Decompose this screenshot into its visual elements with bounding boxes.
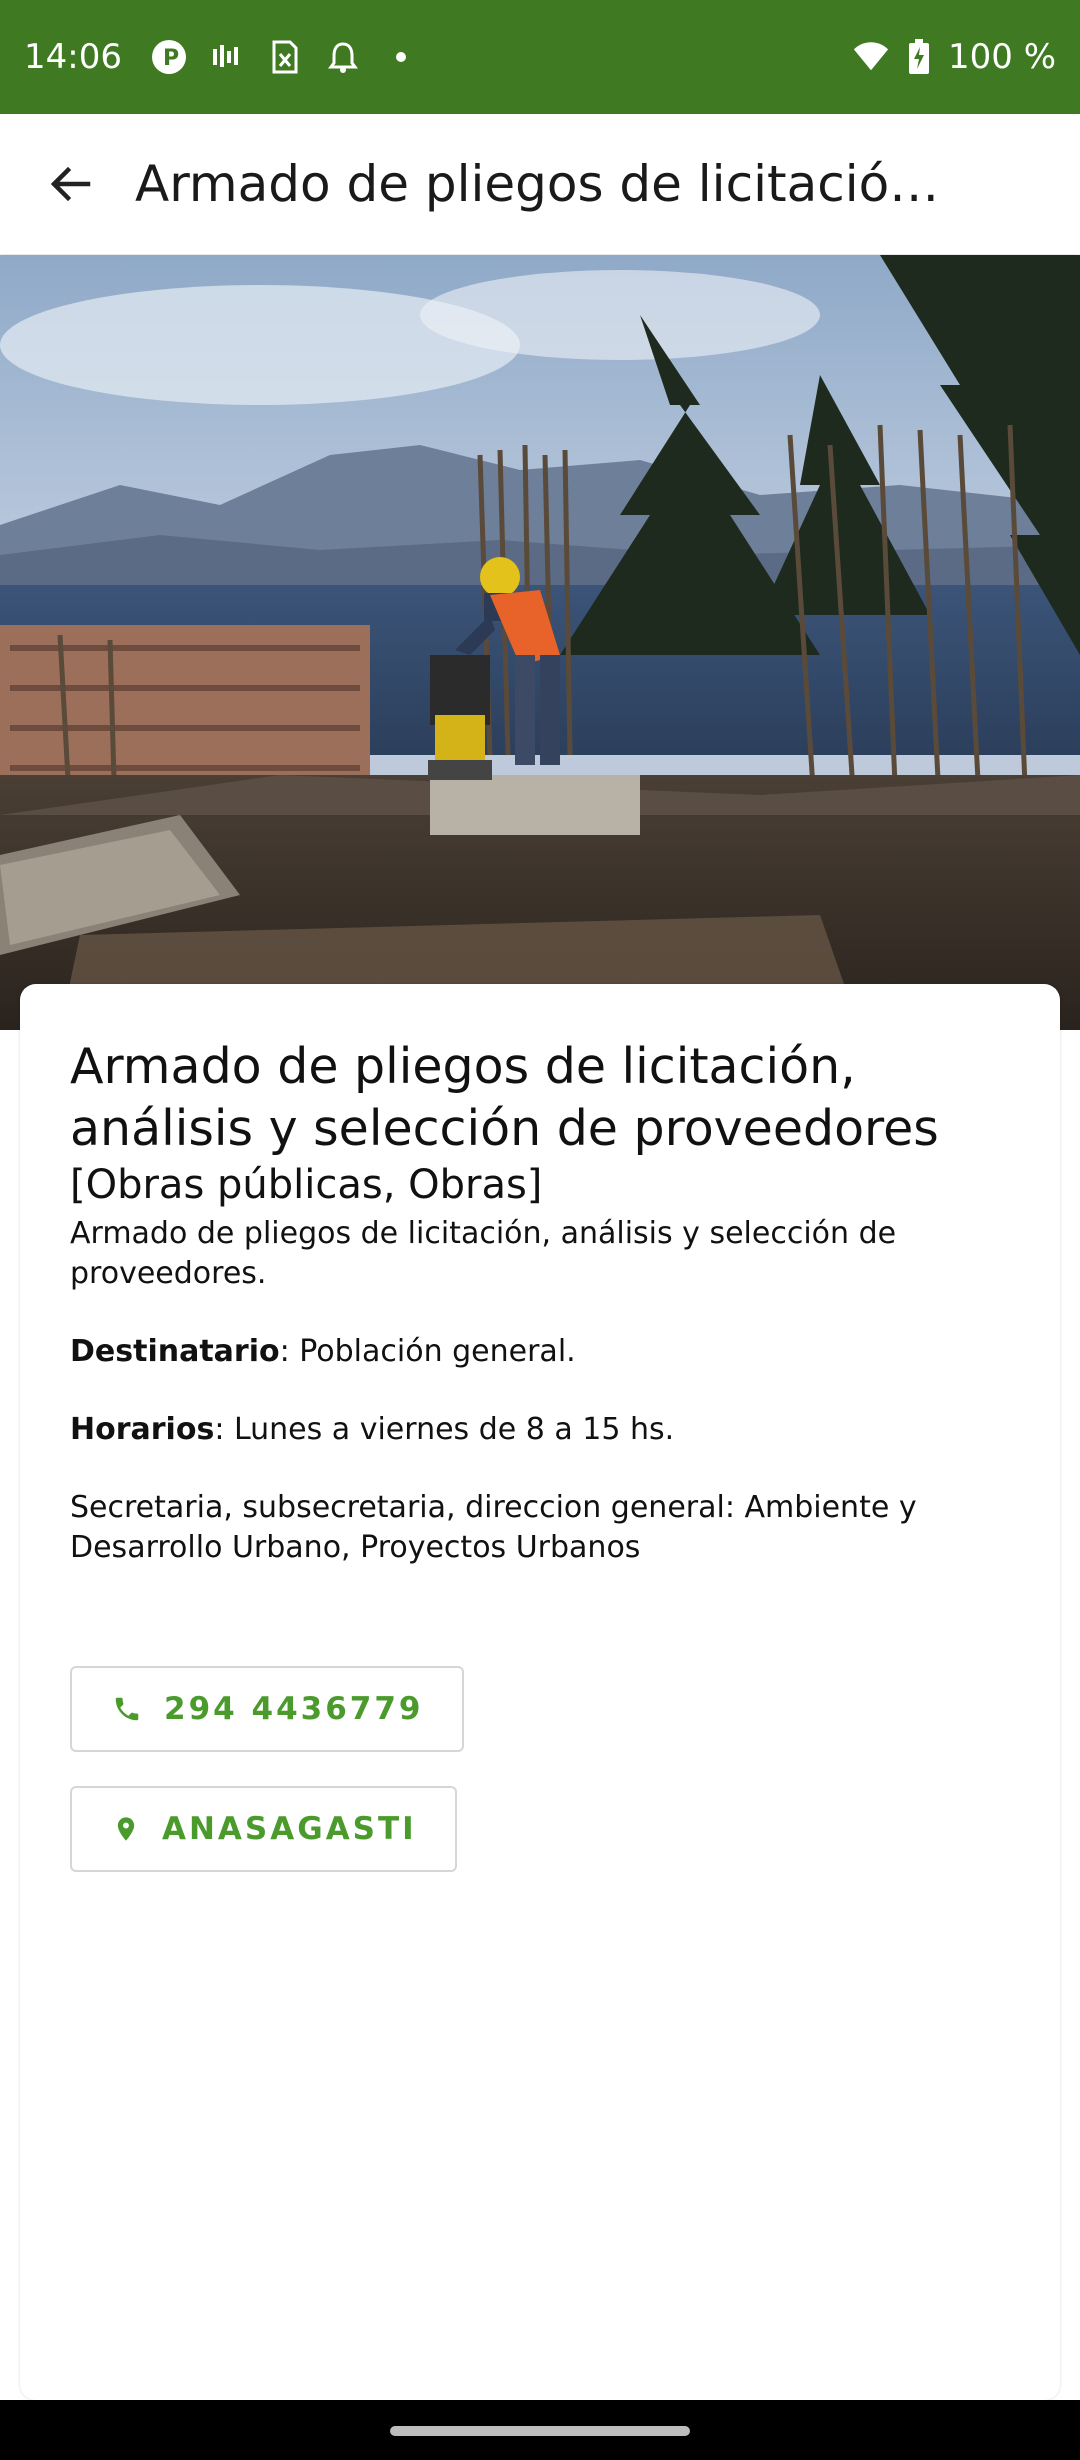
back-button[interactable] [35,149,105,219]
wifi-icon [852,38,890,76]
app-bar: Armado de pliegos de licitació… [0,114,1080,254]
horarios-line: Horarios: Lunes a viernes de 8 a 15 hs. [70,1410,1010,1450]
secretaria-text: Secretaria, subsecretaria, direccion gen… [70,1490,917,1565]
dot-icon [382,38,420,76]
battery-charging-icon [900,38,938,76]
location-label: ANASAGASTI [162,1811,417,1847]
status-time: 14:06 [24,37,122,77]
destinatario-line: Destinatario: Población general. [70,1332,1010,1372]
status-icons-left: P [150,38,420,76]
detail-description: Armado de pliegos de licitación, análisi… [70,1216,897,1291]
destinatario-value: : Población general. [279,1334,576,1369]
notification-bell-icon [324,38,362,76]
navigation-bar [0,2400,1080,2460]
detail-categories: [Obras públicas, Obras] [70,1162,543,1208]
svg-text:P: P [163,46,179,71]
sim-x-icon [266,38,304,76]
detail-title: Armado de pliegos de licitación, análisi… [70,1038,939,1157]
location-pin-icon [117,1817,135,1841]
destinatario-label: Destinatario [70,1334,280,1369]
phone-label: 294 4436779 [164,1691,424,1727]
battery-percent: 100 % [947,37,1056,77]
app-p-icon: P [150,38,188,76]
arrow-back-icon [50,166,91,202]
construction-photo [0,255,1080,1030]
status-right: 100 % [852,37,1056,77]
horarios-label: Horarios [70,1412,215,1447]
status-bar: 14:06 P 100 % [0,0,1080,114]
phone-icon [115,1697,139,1721]
hero-image [0,255,1080,1030]
home-gesture-handle[interactable] [390,2426,690,2436]
horarios-value: : Lunes a viernes de 8 a 15 hs. [214,1412,675,1447]
signal-bars-icon [208,38,246,76]
location-button[interactable]: ANASAGASTI [70,1786,457,1872]
detail-card: Armado de pliegos de licitación, análisi… [20,984,1060,2400]
app-bar-title: Armado de pliegos de licitació… [135,155,940,213]
phone-button[interactable]: 294 4436779 [70,1666,464,1752]
